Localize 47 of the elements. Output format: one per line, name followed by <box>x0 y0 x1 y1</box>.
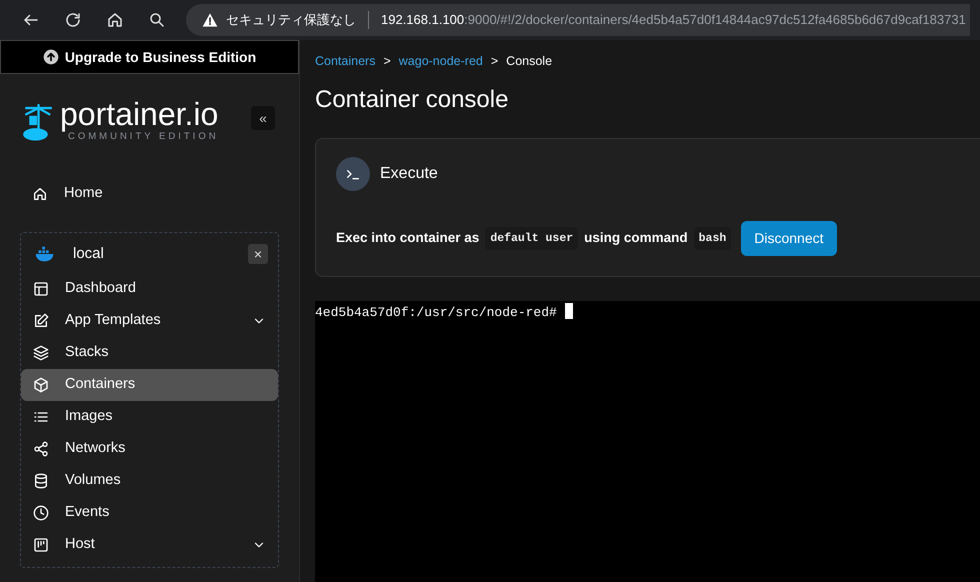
breadcrumb-separator: > <box>383 53 391 70</box>
security-label: セキュリティ保護なし <box>226 11 356 30</box>
nav-item[interactable]: Networks <box>21 433 278 465</box>
share-icon <box>33 441 49 457</box>
nav-item[interactable]: App Templates <box>21 305 278 337</box>
breadcrumb-link[interactable]: Containers <box>315 52 376 74</box>
terminal[interactable]: 4ed5b4a57d0f:/usr/src/node-red# <box>315 301 980 582</box>
nav-item[interactable]: Containers <box>21 369 278 401</box>
nav-item[interactable]: Stacks <box>21 337 278 369</box>
breadcrumb-separator: > <box>490 53 498 70</box>
environment-name: local <box>73 244 104 264</box>
close-button[interactable]: × <box>248 244 268 264</box>
card-title: Execute <box>380 164 438 184</box>
layout-icon <box>33 281 49 297</box>
logo-subtitle: COMMUNITY EDITION <box>68 131 219 144</box>
exec-label: Exec into container as <box>336 229 480 248</box>
page-title: Container console <box>315 85 510 115</box>
upgrade-icon <box>42 49 59 65</box>
url-text: 192.168.1.100:9000/#!/2/docker/containers/4ed5b4a57d0f14844ac97dc512fa4685b6d67d9caf183731 <box>381 11 966 30</box>
nav-item[interactable]: Dashboard <box>21 273 278 305</box>
collapse-button[interactable]: « <box>251 106 275 130</box>
user-code: default user <box>485 226 578 250</box>
exec-label: using command <box>584 229 688 248</box>
warning-icon <box>202 12 218 28</box>
clock-icon <box>33 505 49 521</box>
cube-icon <box>33 377 49 393</box>
layers-icon <box>33 345 49 361</box>
nav-item[interactable]: Volumes <box>21 465 278 497</box>
search-icon[interactable] <box>148 11 166 29</box>
board-icon <box>33 537 49 553</box>
nav-item[interactable]: Images <box>21 401 278 433</box>
home-icon <box>32 186 48 202</box>
edit-icon <box>33 313 49 329</box>
reload-icon[interactable] <box>64 11 82 29</box>
command-code: bash <box>694 226 732 250</box>
nav-item[interactable]: Events <box>21 497 278 529</box>
terminal-icon <box>336 157 370 191</box>
breadcrumb-link[interactable]: wago-node-red <box>398 52 483 74</box>
terminal-prompt: 4ed5b4a57d0f:/usr/src/node-red# <box>315 304 557 322</box>
breadcrumb-current: Console <box>506 53 552 70</box>
address-bar[interactable]: セキュリティ保護なし 192.168.1.100:9000/#!/2/docker/containers/4ed5b4a57d0f14844ac97dc512fa4685b6d67d9caf183731 <box>186 4 970 36</box>
database-icon <box>33 473 49 489</box>
nav-item[interactable]: Host <box>21 529 278 561</box>
nav-item[interactable]: Home <box>20 178 279 210</box>
disconnect-button[interactable]: Disconnect <box>741 221 837 256</box>
home-icon[interactable] <box>106 11 124 29</box>
logo-text: portainer.io <box>60 98 219 130</box>
